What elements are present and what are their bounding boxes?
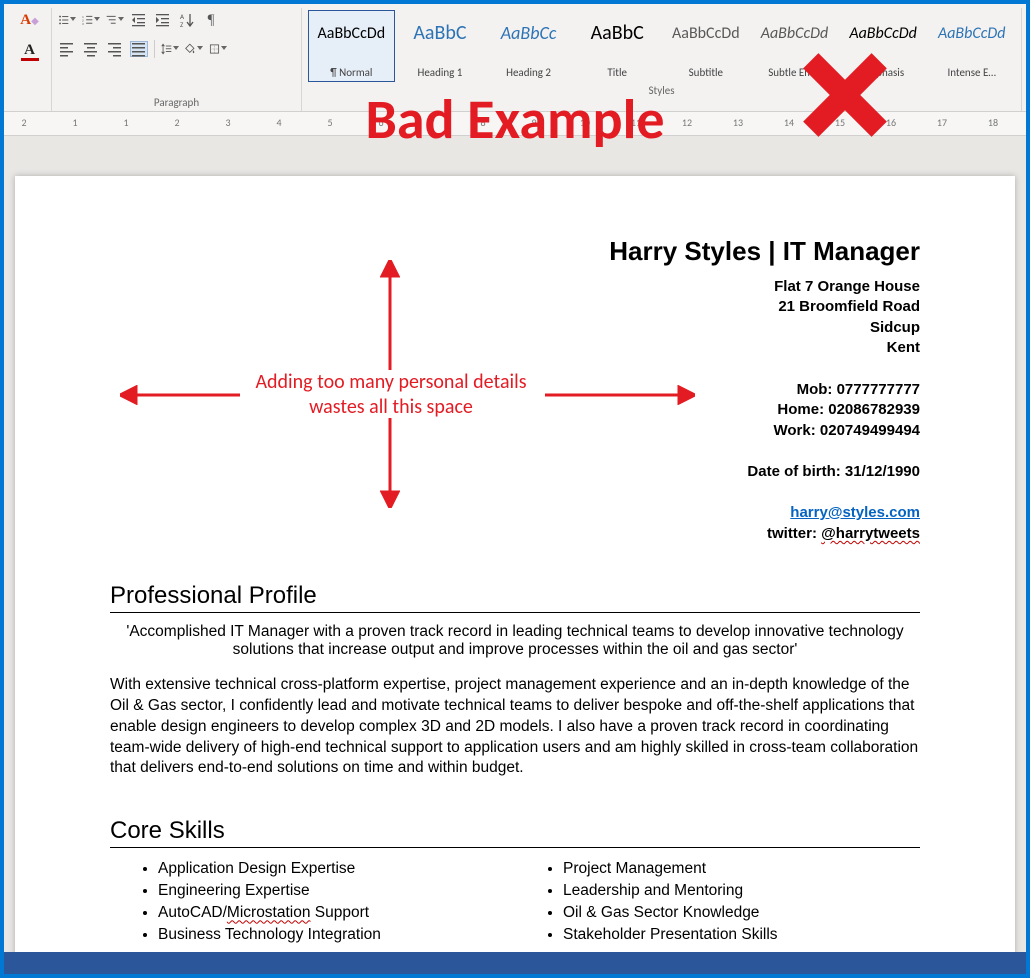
ruler-number: 2 <box>21 116 26 129</box>
bullets-icon[interactable] <box>58 12 76 28</box>
paragraph-group-label: Paragraph <box>58 94 295 109</box>
style-preview: AaBbC <box>413 15 466 51</box>
profile-quote: 'Accomplished IT Manager with a proven t… <box>110 623 920 659</box>
style-preview: AaBbCcDd <box>849 15 917 51</box>
document-area[interactable]: Harry Styles | IT Manager Flat 7 Orange … <box>4 136 1026 974</box>
ruler-number: 11 <box>631 116 641 129</box>
skill-item: Oil & Gas Sector Knowledge <box>563 902 920 924</box>
style-name-label: Title <box>577 66 658 79</box>
paragraph-group: 123 AZ ¶ Paragraph <box>52 8 302 111</box>
style-name-label: Subtitle <box>666 66 747 79</box>
cv-phones: Mob: 0777777777Home: 02086782939Work: 02… <box>110 380 920 441</box>
horizontal-ruler[interactable]: 21123456789101112131415161718 <box>4 112 1026 136</box>
ruler-number: 7 <box>429 116 434 129</box>
multilevel-list-icon[interactable] <box>106 12 124 28</box>
style-preview: AaBbCcDd <box>761 15 829 51</box>
ruler-number: 18 <box>988 116 998 129</box>
ruler-number: 2 <box>174 116 179 129</box>
skill-item: Engineering Expertise <box>158 880 515 902</box>
style-preview: AaBbCcDd <box>672 15 740 51</box>
page: Harry Styles | IT Manager Flat 7 Orange … <box>15 176 1015 974</box>
styles-group-label: Styles <box>308 82 1015 97</box>
align-left-icon[interactable] <box>58 41 76 57</box>
ruler-number: 15 <box>835 116 845 129</box>
decrease-indent-icon[interactable] <box>130 12 148 28</box>
sort-icon[interactable]: AZ <box>178 12 196 28</box>
ruler-number: 5 <box>327 116 332 129</box>
increase-indent-icon[interactable] <box>154 12 172 28</box>
style-heading-2[interactable]: AaBbCc Heading 2 <box>485 10 572 82</box>
skill-item: Application Design Expertise <box>158 858 515 880</box>
style-subtle-em-[interactable]: AaBbCcDd Subtle Em… <box>751 10 838 82</box>
style-name-label: ¶ Normal <box>311 66 392 79</box>
shading-icon[interactable] <box>185 41 203 57</box>
skill-item: Business Technology Integration <box>158 924 515 946</box>
svg-text:Z: Z <box>180 20 184 28</box>
borders-icon[interactable] <box>209 41 227 57</box>
skill-item: AutoCAD/Microstation Support <box>158 902 515 924</box>
style-preview: AaBbCc <box>501 15 557 51</box>
cv-name-title: Harry Styles | IT Manager <box>110 236 920 267</box>
ruler-number: 17 <box>937 116 947 129</box>
ruler-number: 13 <box>733 116 743 129</box>
skill-item: Leadership and Mentoring <box>563 880 920 902</box>
section-skills-heading: Core Skills <box>110 817 920 848</box>
profile-paragraph: With extensive technical cross-platform … <box>110 675 920 780</box>
cv-email-link[interactable]: harry@styles.com <box>790 504 920 521</box>
style-title[interactable]: AaBbC Title <box>574 10 661 82</box>
style-emphasis[interactable]: AaBbCcDd Emphasis <box>840 10 927 82</box>
ribbon: A◆ A 123 AZ ¶ <box>4 4 1026 112</box>
ruler-number: 9 <box>531 116 536 129</box>
align-center-icon[interactable] <box>82 41 100 57</box>
skill-item: Project Management <box>563 858 920 880</box>
ruler-number: 6 <box>378 116 383 129</box>
cv-header: Harry Styles | IT Manager Flat 7 Orange … <box>110 236 920 544</box>
ruler-number: 1 <box>72 116 77 129</box>
style-name-label: Heading 2 <box>488 66 569 79</box>
skill-item: Stakeholder Presentation Skills <box>563 924 920 946</box>
style-name-label: Emphasis <box>843 66 924 79</box>
style-name-label: Subtle Em… <box>754 66 835 79</box>
style-preview: AaBbCcDd <box>318 15 386 51</box>
ruler-number: 3 <box>225 116 230 129</box>
cv-links: harry@styles.com twitter: @harrytweets <box>110 502 920 544</box>
status-bar <box>4 952 1026 974</box>
ruler-number: 1 <box>123 116 128 129</box>
style-name-label: Intense E… <box>931 66 1012 79</box>
style-preview: AaBbC <box>591 15 644 51</box>
line-spacing-icon[interactable] <box>161 41 179 57</box>
show-hide-marks-icon[interactable]: ¶ <box>202 12 220 28</box>
styles-group: AaBbCcDd ¶ Normal AaBbC Heading 1 AaBbCc Head… <box>302 8 1022 111</box>
ruler-number: 8 <box>480 116 485 129</box>
ruler-number: 4 <box>276 116 281 129</box>
ruler-number: 14 <box>784 116 794 129</box>
style-heading-1[interactable]: AaBbC Heading 1 <box>397 10 484 82</box>
cv-twitter-label: twitter: <box>767 525 821 542</box>
cv-address: Flat 7 Orange House21 Broomfield RoadSid… <box>110 277 920 358</box>
style-preview: AaBbCcDd <box>938 15 1006 51</box>
style-intense-e-[interactable]: AaBbCcDd Intense E… <box>928 10 1015 82</box>
font-color-group: A◆ A <box>8 8 52 111</box>
font-color-icon[interactable]: A <box>21 42 39 58</box>
numbering-icon[interactable]: 123 <box>82 12 100 28</box>
svg-text:3: 3 <box>82 22 84 26</box>
skills-columns: Application Design ExpertiseEngineering … <box>110 858 920 946</box>
ruler-number: 10 <box>580 116 590 129</box>
section-profile-heading: Professional Profile <box>110 582 920 613</box>
style-name-label: Heading 1 <box>400 66 481 79</box>
style--normal[interactable]: AaBbCcDd ¶ Normal <box>308 10 395 82</box>
ruler-number: 16 <box>886 116 896 129</box>
cv-dob: Date of birth: 31/12/1990 <box>110 463 920 480</box>
align-right-icon[interactable] <box>106 41 124 57</box>
clear-formatting-icon[interactable]: A◆ <box>21 12 39 28</box>
cv-twitter-handle: @harrytweets <box>821 525 920 542</box>
style-subtitle[interactable]: AaBbCcDd Subtitle <box>663 10 750 82</box>
ruler-number: 12 <box>682 116 692 129</box>
justify-icon[interactable] <box>130 41 148 57</box>
